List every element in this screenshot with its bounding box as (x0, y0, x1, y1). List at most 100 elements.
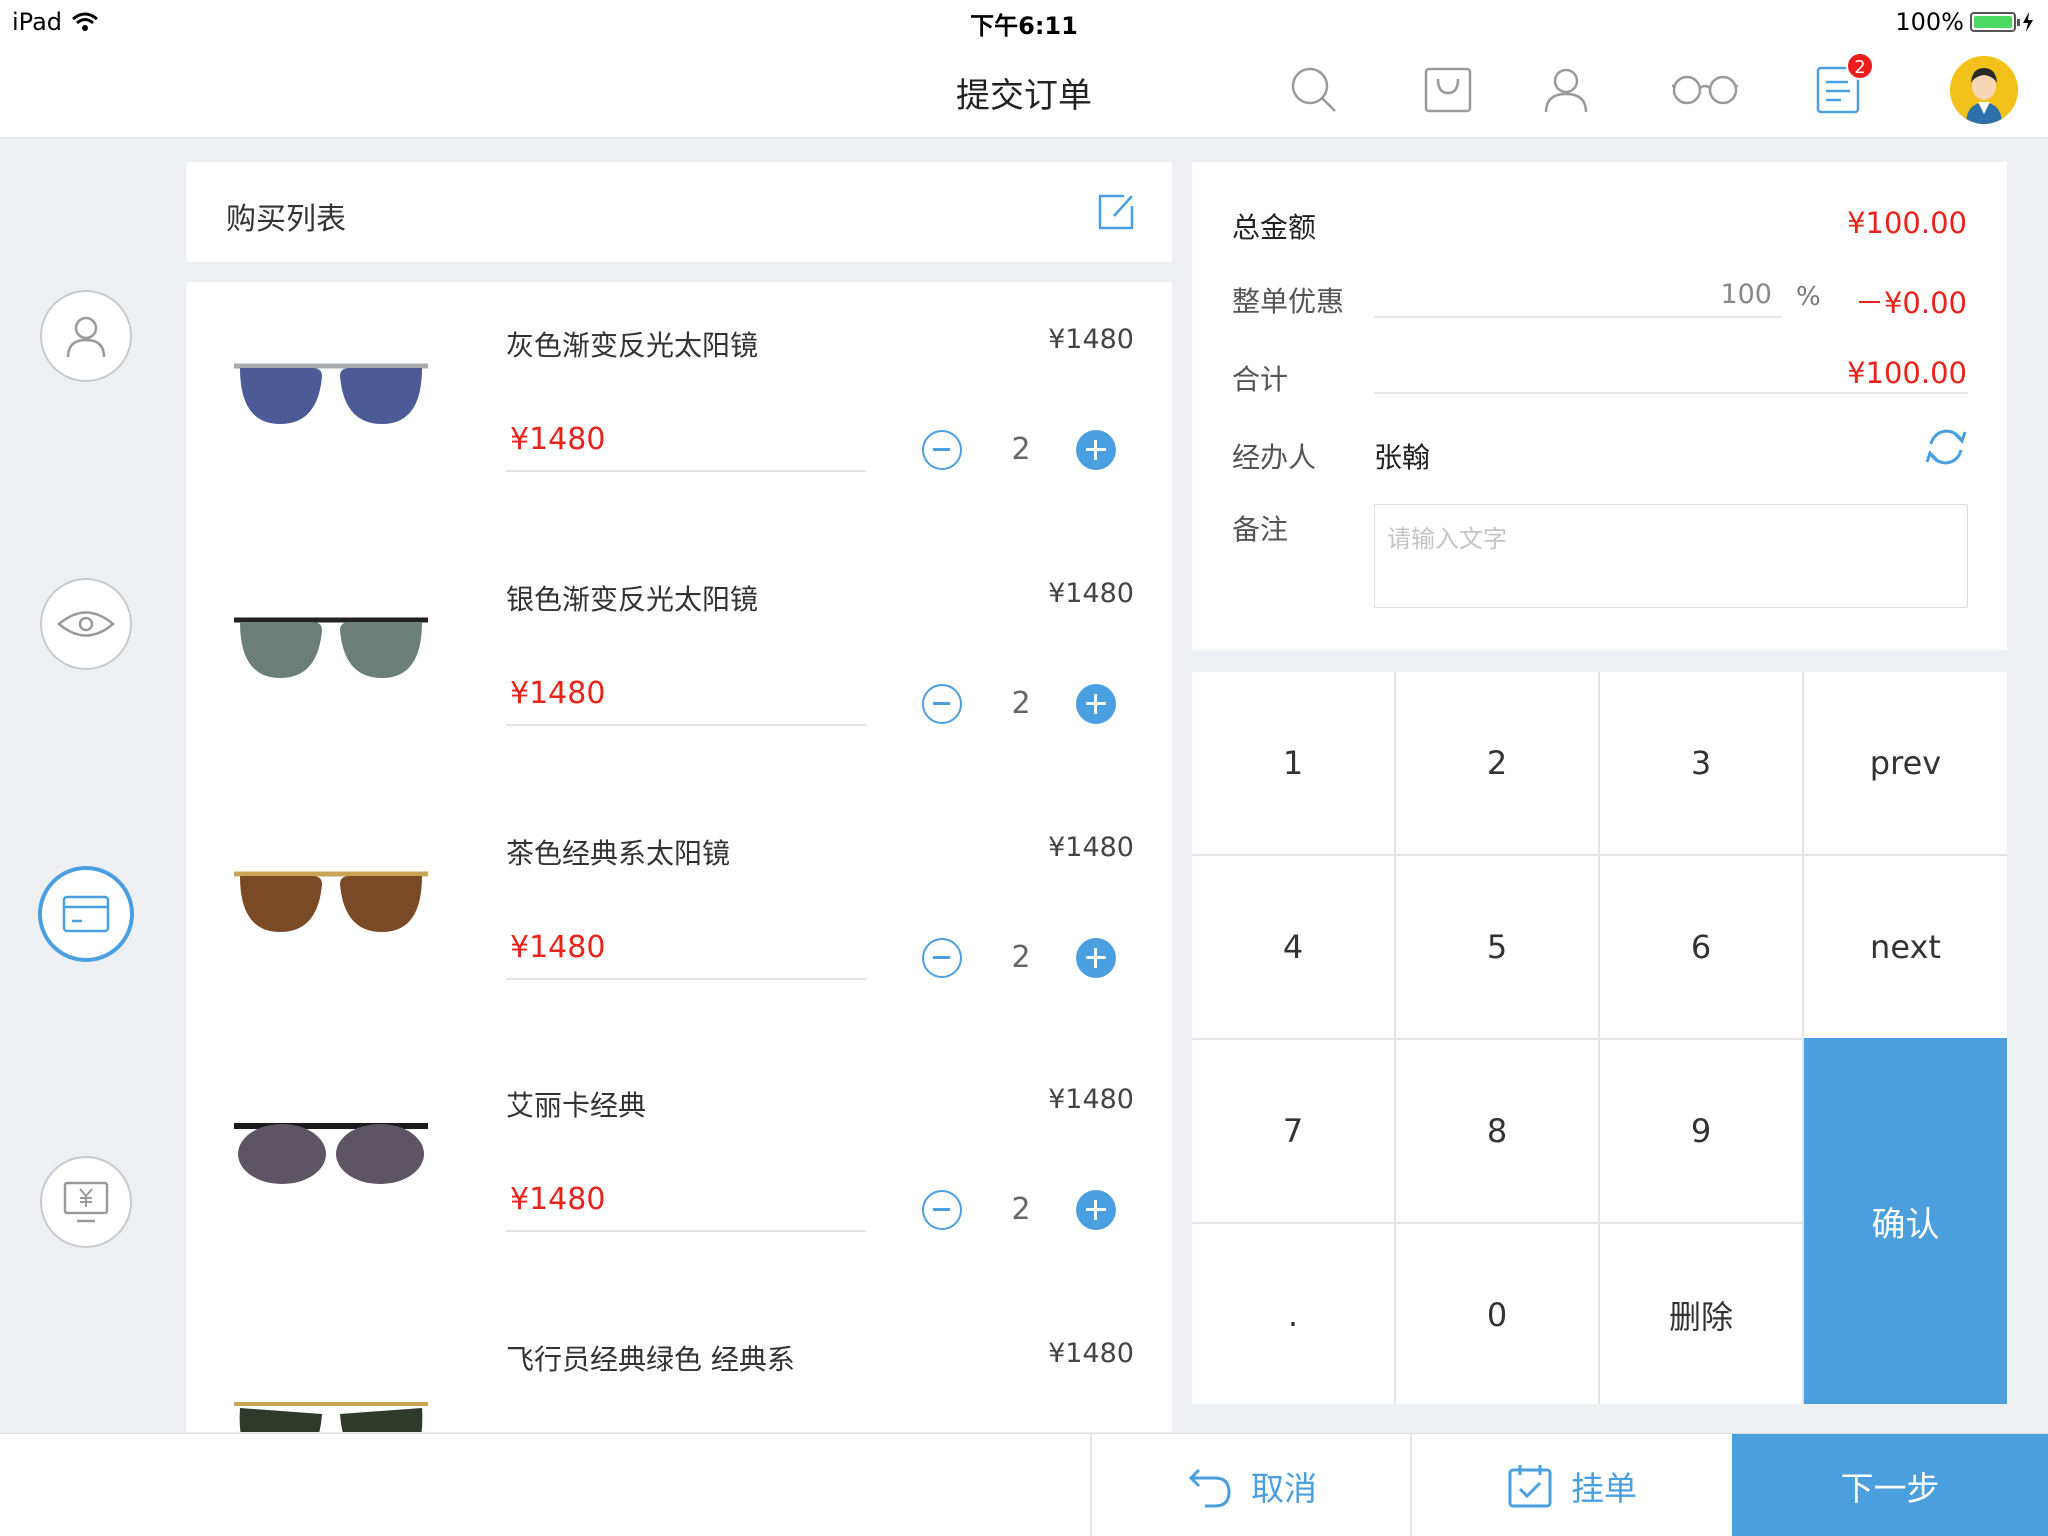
key-decimal[interactable]: . (1192, 1224, 1394, 1406)
rail-eye-exam-button[interactable] (40, 578, 132, 670)
product-list-price: ¥1480 (1048, 832, 1134, 863)
key-6[interactable]: 6 (1600, 856, 1802, 1038)
plus-icon[interactable] (1076, 430, 1116, 470)
list-item: 艾丽卡经典 ¥1480 ¥1480 2 (186, 1042, 1172, 1296)
minus-icon[interactable] (922, 938, 962, 978)
avatar[interactable] (1950, 56, 2018, 124)
product-list-price: ¥1480 (1048, 1084, 1134, 1115)
user-icon[interactable] (1538, 62, 1594, 118)
cancel-button[interactable]: 取消 (1090, 1434, 1412, 1536)
order-summary: 总金额 ¥100.00 整单优惠 100 % －¥0.00 合计 ¥100.00… (1192, 162, 2007, 650)
key-8[interactable]: 8 (1396, 1040, 1598, 1222)
product-price-input[interactable]: ¥1480 (506, 1182, 866, 1232)
list-item: 飞行员经典绿色 经典系 ¥1480 (186, 1296, 1172, 1432)
minus-icon[interactable] (922, 430, 962, 470)
calendar-check-icon (1508, 1464, 1552, 1507)
edit-icon[interactable] (1096, 192, 1136, 232)
minus-icon[interactable] (922, 684, 962, 724)
key-prev[interactable]: prev (1804, 672, 2007, 854)
cancel-label: 取消 (1251, 1468, 1317, 1508)
quantity-stepper: 2 (922, 684, 1122, 728)
product-list-price: ¥1480 (1048, 324, 1134, 355)
key-2[interactable]: 2 (1396, 672, 1598, 854)
product-name: 银色渐变反光太阳镜 (506, 583, 759, 616)
product-price-input[interactable]: ¥1480 (506, 930, 866, 980)
key-7[interactable]: 7 (1192, 1040, 1394, 1222)
key-9[interactable]: 9 (1600, 1040, 1802, 1222)
note-label: 备注 (1232, 513, 1289, 546)
discount-label: 整单优惠 (1232, 285, 1345, 318)
percent-sign: % (1796, 282, 1821, 312)
customer-icon (66, 316, 106, 358)
list-item: 茶色经典系太阳镜 ¥1480 ¥1480 2 (186, 790, 1172, 1044)
subtotal-label: 合计 (1232, 363, 1289, 396)
eye-exam-icon (57, 611, 115, 637)
charging-icon (2023, 12, 2033, 32)
list-item: 灰色渐变反光太阳镜 ¥1480 ¥1480 2 (186, 282, 1172, 536)
plus-icon[interactable] (1076, 1190, 1116, 1230)
purchase-list-title: 购买列表 (226, 202, 346, 237)
note-input[interactable] (1374, 504, 1968, 608)
key-1[interactable]: 1 (1192, 672, 1394, 854)
key-5[interactable]: 5 (1396, 856, 1598, 1038)
quantity-stepper: 2 (922, 938, 1122, 982)
product-name: 灰色渐变反光太阳镜 (506, 329, 759, 362)
product-image (234, 1402, 428, 1432)
hold-order-label: 挂单 (1571, 1468, 1637, 1508)
confirm-button[interactable]: 确认 (1804, 1038, 2007, 1404)
quantity-value: 2 (1011, 1192, 1031, 1227)
product-image (234, 363, 428, 424)
product-name: 茶色经典系太阳镜 (506, 837, 731, 870)
search-icon[interactable] (1286, 62, 1342, 118)
order-list-icon[interactable]: 2 (1810, 52, 1874, 118)
shopping-bag-icon[interactable] (1420, 62, 1476, 118)
key-3[interactable]: 3 (1600, 672, 1802, 854)
product-image (234, 617, 428, 678)
number-keypad: 1 2 3 prev 4 5 6 next 7 8 9 . 0 删除 确认 (1192, 672, 2007, 1404)
subtotal-divider (1374, 392, 1968, 394)
minus-icon[interactable] (922, 1190, 962, 1230)
status-bar: iPad 下午6:11 100% (0, 0, 2048, 40)
next-step-button[interactable]: 下一步 (1732, 1434, 2048, 1536)
bottom-action-bar: 取消 挂单 下一步 (0, 1433, 2048, 1536)
discount-percent-input[interactable]: 100 (1374, 272, 1782, 318)
product-list-price: ¥1480 (1048, 578, 1134, 609)
hold-order-button[interactable]: 挂单 (1410, 1434, 1732, 1536)
product-price-input[interactable]: ¥1480 (506, 676, 866, 726)
undo-icon (1188, 1468, 1231, 1507)
key-0[interactable]: 0 (1396, 1224, 1598, 1406)
purchase-list: 灰色渐变反光太阳镜 ¥1480 ¥1480 2 银色渐变反光太阳镜 ¥1480 … (186, 282, 1172, 1432)
product-name: 飞行员经典绿色 经典系 (506, 1343, 795, 1376)
total-value: ¥100.00 (1847, 206, 1967, 240)
battery-percent: 100% (1895, 8, 1964, 36)
product-price-input[interactable]: ¥1480 (506, 422, 866, 472)
quantity-stepper: 2 (922, 1190, 1122, 1234)
order-badge: 2 (1846, 52, 1874, 80)
subtotal-value: ¥100.00 (1847, 356, 1967, 390)
plus-icon[interactable] (1076, 684, 1116, 724)
battery-icon (1970, 12, 2020, 32)
delete-key[interactable]: 删除 (1600, 1224, 1802, 1406)
status-time: 下午6:11 (970, 12, 1078, 40)
key-next[interactable]: next (1804, 856, 2007, 1038)
card-icon (62, 895, 110, 933)
rail-customer-button[interactable] (40, 290, 132, 382)
purchase-list-header: 购买列表 (186, 162, 1172, 262)
product-name: 艾丽卡经典 (506, 1089, 647, 1122)
product-image (234, 871, 428, 932)
quantity-value: 2 (1011, 686, 1031, 721)
plus-icon[interactable] (1076, 938, 1116, 978)
key-4[interactable]: 4 (1192, 856, 1394, 1038)
quantity-value: 2 (1011, 940, 1031, 975)
glasses-icon[interactable] (1670, 62, 1740, 118)
quantity-value: 2 (1011, 432, 1031, 467)
refresh-icon[interactable] (1923, 424, 1969, 470)
list-item: 银色渐变反光太阳镜 ¥1480 ¥1480 2 (186, 536, 1172, 790)
discount-value: －¥0.00 (1854, 286, 1967, 320)
payment-icon (63, 1181, 109, 1223)
rail-payment-button[interactable] (40, 1156, 132, 1248)
quantity-stepper: 2 (922, 430, 1122, 474)
product-list-price: ¥1480 (1048, 1338, 1134, 1369)
rail-card-button[interactable] (38, 866, 134, 962)
handler-label: 经办人 (1232, 441, 1317, 474)
